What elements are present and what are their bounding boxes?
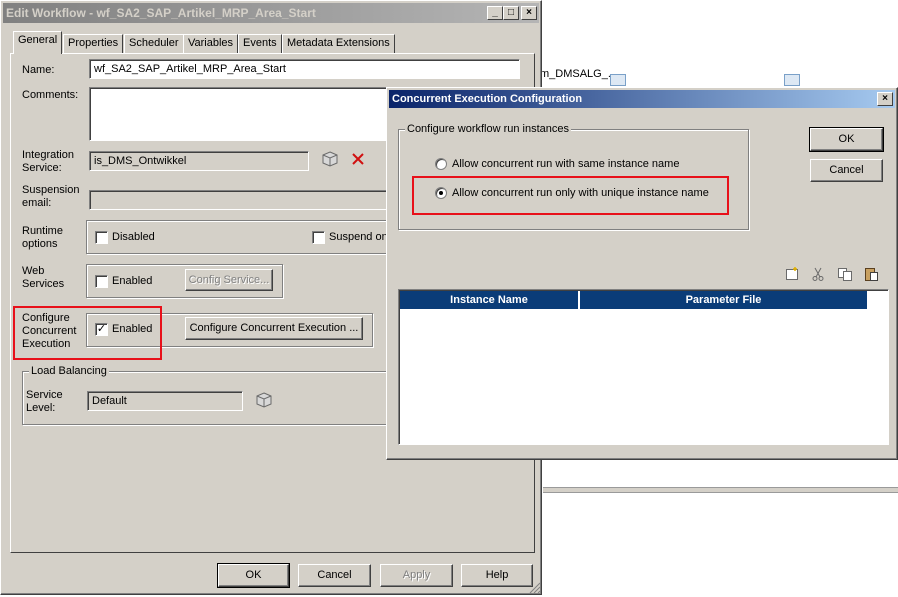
copy-icon[interactable] — [837, 266, 853, 282]
edit-workflow-title: Edit Workflow - wf_SA2_SAP_Artikel_MRP_A… — [6, 6, 316, 20]
paste-icon[interactable] — [863, 266, 879, 282]
configure-concurrent-execution-button[interactable]: Configure Concurrent Execution ... — [185, 317, 363, 340]
minimize-icon[interactable]: _ — [487, 6, 503, 20]
service-level-field: Default — [87, 391, 243, 411]
name-label: Name: — [22, 64, 55, 76]
tab-general[interactable]: General — [13, 31, 63, 54]
web-services-enabled-label: Enabled — [112, 275, 153, 287]
ok-button[interactable]: OK — [217, 563, 290, 588]
unique-name-highlight-box — [412, 176, 729, 215]
workflow-task-icon[interactable] — [784, 74, 800, 86]
same-name-label: Allow concurrent run with same instance … — [452, 158, 680, 170]
designer-horizontal-scrollbar[interactable] — [543, 487, 898, 493]
run-instances-group-title: Configure workflow run instances — [405, 123, 572, 135]
close-icon[interactable]: × — [521, 6, 537, 20]
tab-properties[interactable]: Properties — [63, 34, 124, 53]
maximize-icon[interactable]: □ — [503, 6, 519, 20]
instance-name-column-header[interactable]: Instance Name — [400, 291, 579, 309]
tab-metadata-extensions[interactable]: Metadata Extensions — [282, 34, 395, 53]
concurrent-dialog-titlebar[interactable]: Concurrent Execution Configuration — [389, 90, 895, 108]
load-balancing-title: Load Balancing — [29, 365, 109, 377]
concurrent-highlight-box — [13, 306, 162, 360]
cancel-button[interactable]: Cancel — [810, 159, 883, 182]
ok-button[interactable]: OK — [809, 127, 884, 152]
integration-service-label: Integration Service: — [22, 149, 74, 174]
help-button[interactable]: Help — [461, 564, 533, 587]
workflow-task-icon[interactable] — [610, 74, 626, 86]
resize-grip-icon[interactable] — [529, 582, 541, 594]
new-icon[interactable] — [784, 266, 800, 282]
edit-workflow-titlebar[interactable]: Edit Workflow - wf_SA2_SAP_Artikel_MRP_A… — [3, 3, 539, 23]
browse-service-icon[interactable] — [321, 151, 339, 167]
web-services-label: Web Services — [22, 265, 65, 290]
concurrent-execution-dialog: Concurrent Execution Configuration × Con… — [386, 87, 898, 460]
close-icon[interactable]: × — [877, 92, 893, 106]
suspension-email-field — [89, 190, 389, 210]
apply-button[interactable]: Apply — [380, 564, 453, 587]
browse-service-level-icon[interactable] — [255, 392, 273, 408]
tab-scheduler[interactable]: Scheduler — [124, 34, 184, 53]
workflow-task-label[interactable]: m_DMSALG_. — [540, 68, 611, 80]
runtime-suspend-label: Suspend on — [329, 231, 388, 243]
service-level-label: Service Level: — [26, 389, 63, 414]
parameter-file-column-header[interactable]: Parameter File — [580, 291, 867, 309]
instance-table[interactable]: Instance Name Parameter File — [398, 289, 889, 445]
config-service-button[interactable]: Config Service... — [185, 269, 273, 291]
tab-variables[interactable]: Variables — [183, 34, 239, 53]
runtime-disabled-label: Disabled — [112, 231, 155, 243]
name-input[interactable]: wf_SA2_SAP_Artikel_MRP_Area_Start — [89, 59, 520, 79]
concurrent-dialog-title: Concurrent Execution Configuration — [392, 93, 583, 105]
tab-events[interactable]: Events — [238, 34, 282, 53]
integration-service-field: is_DMS_Ontwikkel — [89, 151, 309, 171]
runtime-disabled-checkbox[interactable] — [95, 231, 108, 244]
cut-icon[interactable] — [810, 266, 826, 282]
delete-icon[interactable] — [350, 151, 366, 167]
comments-label: Comments: — [22, 89, 79, 101]
runtime-suspend-checkbox[interactable] — [312, 231, 325, 244]
same-name-radio[interactable] — [435, 158, 447, 170]
runtime-options-label: Runtime options — [22, 225, 63, 250]
web-services-checkbox[interactable] — [95, 275, 108, 288]
cancel-button[interactable]: Cancel — [298, 564, 371, 587]
suspension-email-label: Suspension email: — [22, 184, 80, 209]
